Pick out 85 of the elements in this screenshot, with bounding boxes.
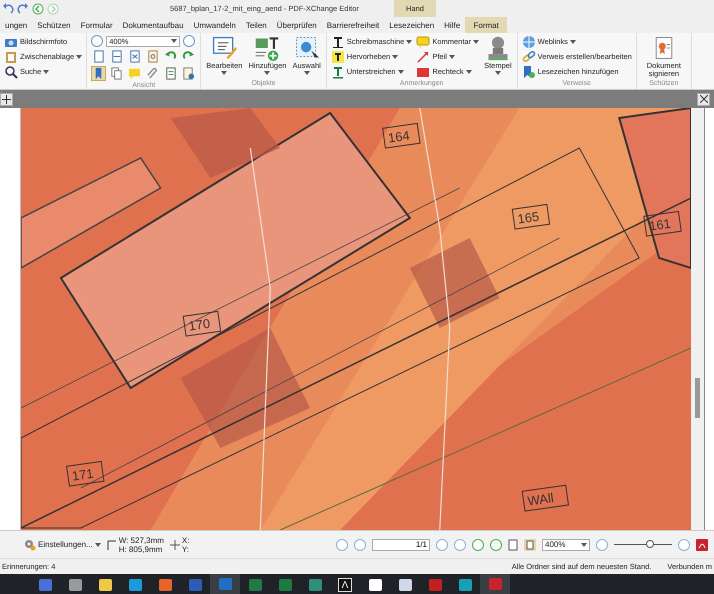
caret-icon <box>473 40 480 44</box>
single-page-icon[interactable] <box>508 538 518 550</box>
menu-tab[interactable]: Umwandeln <box>188 17 241 33</box>
fit-page-icon <box>128 50 142 63</box>
search-icon <box>4 64 18 78</box>
plan-number-label: 165 <box>516 208 540 227</box>
taskbar-app-button[interactable]: Λ <box>330 574 360 594</box>
caret-icon <box>494 71 501 75</box>
caret-icon <box>264 71 270 75</box>
back-icon[interactable] <box>32 2 44 14</box>
zoom-out-button[interactable] <box>596 538 608 550</box>
continuous-page-icon[interactable] <box>524 538 536 550</box>
menu-tab[interactable]: Formular <box>76 17 118 33</box>
gear-icon <box>24 538 36 550</box>
underline-icon <box>330 64 345 78</box>
caret-icon <box>76 54 82 58</box>
height-reading: H: 805,9mm <box>118 544 164 554</box>
close-button[interactable] <box>697 92 710 106</box>
menu-tab[interactable]: Überprüfen <box>272 17 322 33</box>
plan-number-label: 161 <box>648 216 672 234</box>
paperclip-icon <box>146 67 160 80</box>
arrow-icon <box>416 50 430 64</box>
menu-tab[interactable]: Barrierefreiheit <box>322 17 384 33</box>
document-settings-icon <box>182 67 196 80</box>
pages-icon <box>110 67 124 80</box>
page-width-icon <box>110 50 124 63</box>
caret-icon <box>221 71 228 75</box>
plan-number-label: 170 <box>188 316 212 334</box>
caret-icon <box>304 71 310 75</box>
clipboard-icon <box>4 50 18 64</box>
redo-icon[interactable] <box>17 2 29 14</box>
undo-icon[interactable] <box>2 2 14 14</box>
last-page-button[interactable] <box>454 538 466 550</box>
plan-number-label: 164 <box>387 128 410 146</box>
x-reading: X: <box>182 536 190 544</box>
zoom-page-icon <box>146 50 160 63</box>
plan-number-label: WAll <box>526 490 555 509</box>
view-tool-button[interactable] <box>181 66 196 81</box>
next-page-button[interactable] <box>436 538 448 550</box>
menu-tab[interactable]: Teilen <box>240 17 272 33</box>
typewriter-icon <box>330 34 345 48</box>
menu-tab[interactable]: Hilfe <box>439 17 466 33</box>
caret-icon <box>448 54 455 58</box>
pdf-icon[interactable] <box>696 538 708 550</box>
caret-icon <box>94 542 101 546</box>
vertical-scrollbar[interactable] <box>691 108 704 530</box>
new-tab-button[interactable] <box>0 92 13 106</box>
settings-dropdown[interactable]: Einstellungen... <box>24 538 101 550</box>
menu-tab[interactable]: ungen <box>0 17 32 33</box>
bookmark-add-icon <box>522 64 536 78</box>
zoom-field[interactable]: 400% <box>542 538 590 550</box>
forward-button[interactable] <box>490 538 502 550</box>
chain-link-icon <box>522 50 536 64</box>
caret-icon <box>581 542 587 546</box>
menu-tab[interactable]: Lesezeichen <box>384 17 440 33</box>
first-page-button[interactable] <box>336 538 348 550</box>
caret-icon <box>406 40 412 44</box>
y-reading: Y: <box>182 544 190 554</box>
view-tool-button[interactable] <box>91 66 106 81</box>
width-reading: W: 527,3mm <box>118 536 164 544</box>
zoom-in-button[interactable] <box>183 35 196 47</box>
zoom-slider[interactable] <box>614 540 672 550</box>
page-icon <box>92 50 106 63</box>
back-button[interactable] <box>472 538 484 550</box>
crosshair-icon <box>170 540 180 550</box>
caret-icon <box>466 70 472 74</box>
menu-tab[interactable]: Format <box>465 17 508 33</box>
menu-tab[interactable]: Schützen <box>32 17 76 33</box>
comment-icon <box>128 67 142 80</box>
caret-icon <box>43 70 50 74</box>
caret-icon <box>392 54 398 58</box>
caret-icon <box>398 70 404 74</box>
zoom-in-button[interactable] <box>678 538 690 550</box>
previous-page-button[interactable] <box>354 538 366 550</box>
highlight-icon <box>330 50 345 64</box>
dimensions-icon <box>106 538 117 550</box>
view-tool-button[interactable] <box>109 66 124 81</box>
plan-number-label: 171 <box>70 466 94 484</box>
comment-icon <box>416 34 430 48</box>
zoom-out-button[interactable] <box>91 35 104 47</box>
caret-icon <box>171 39 178 43</box>
document-icon <box>164 67 178 80</box>
page-number-field[interactable]: 1/1 <box>372 538 430 550</box>
caret-icon <box>570 40 576 44</box>
menu-tab[interactable]: Dokumentaufbau <box>118 17 189 33</box>
